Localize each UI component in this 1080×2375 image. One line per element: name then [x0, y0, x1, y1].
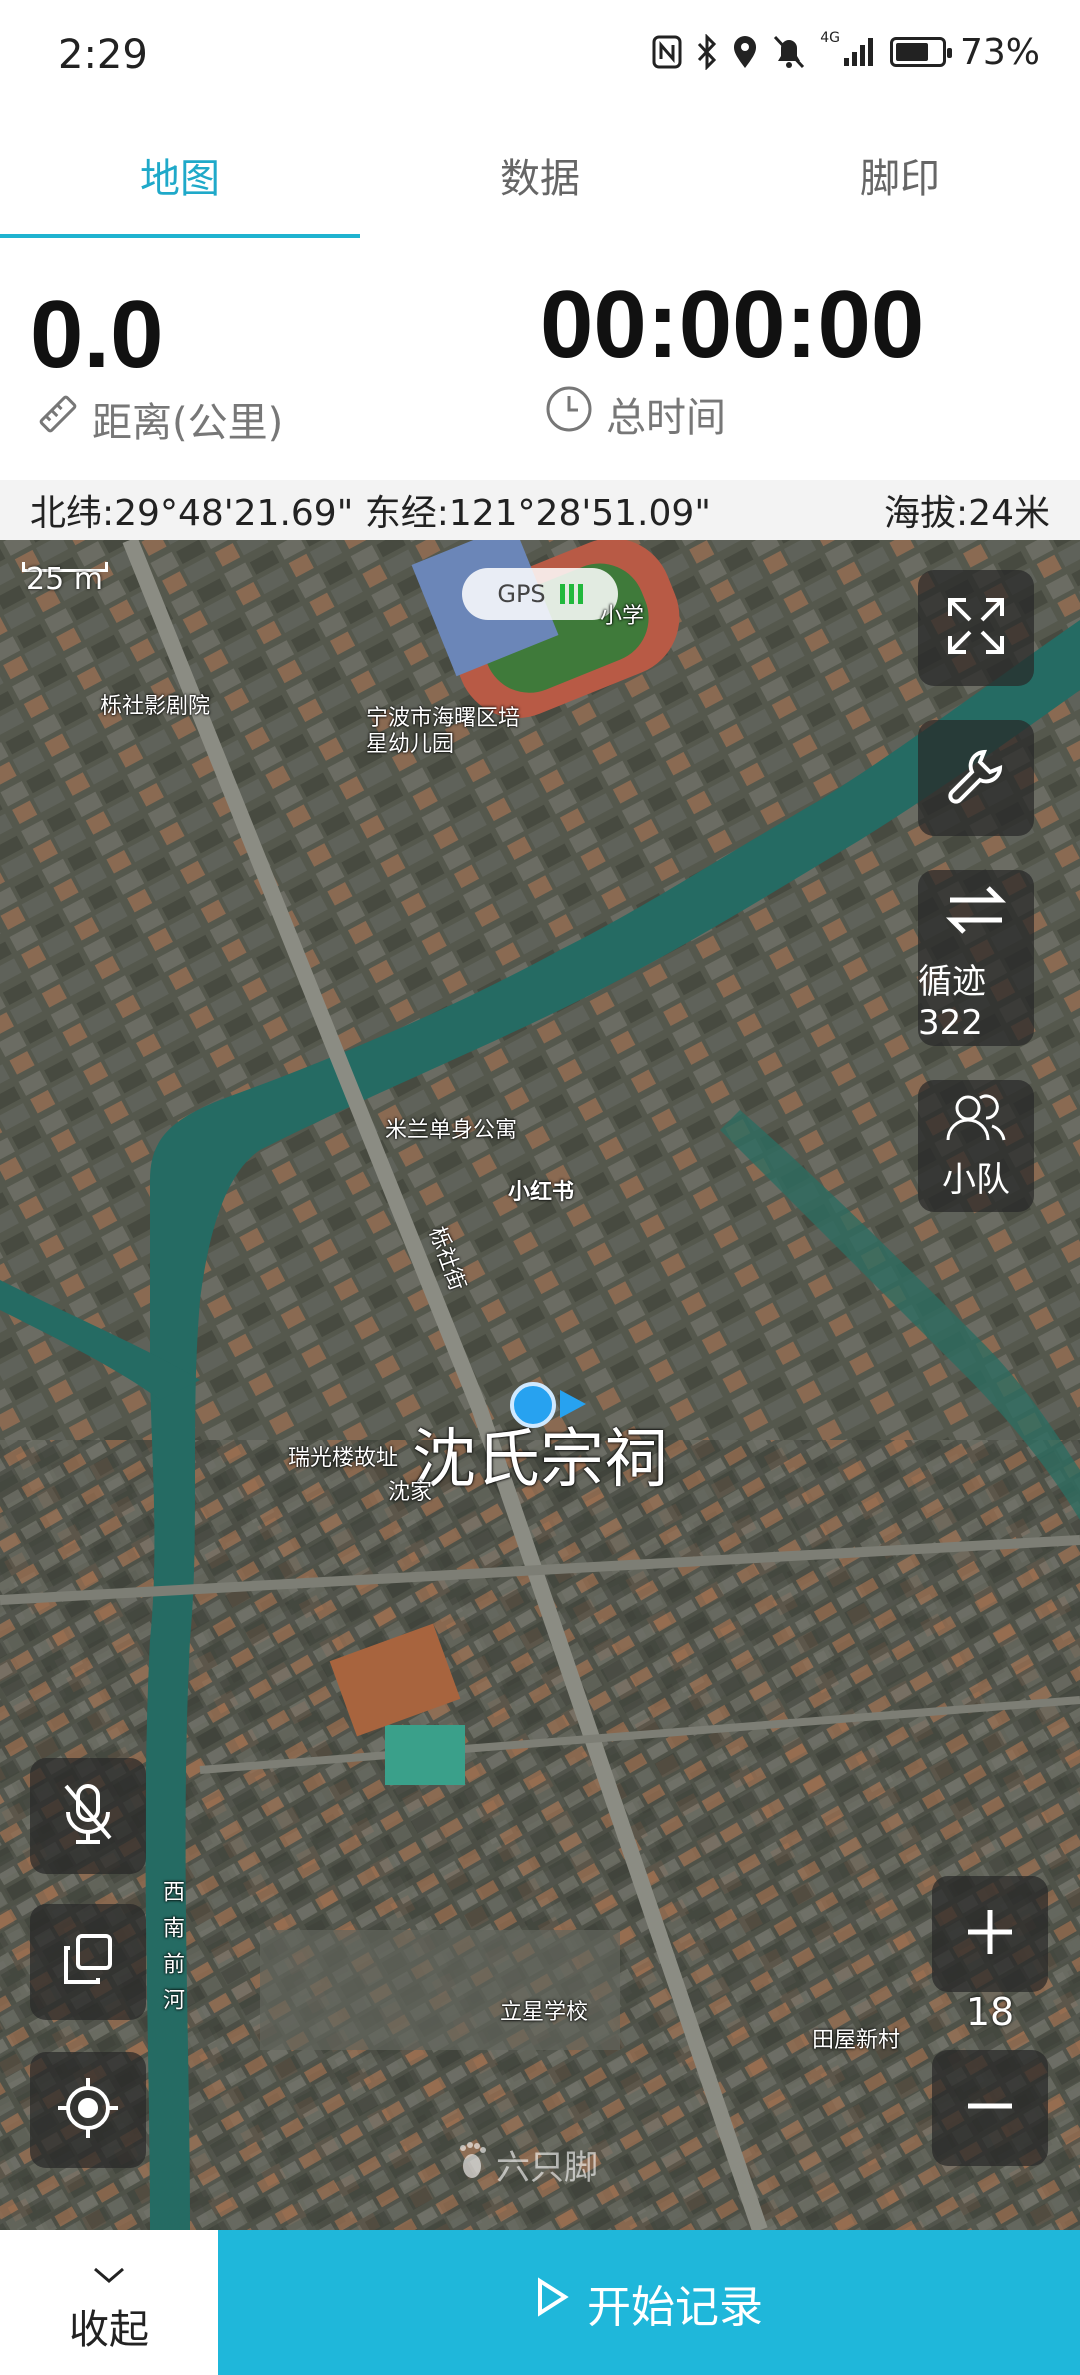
- poi-tianwu-village: 田屋新村: [812, 2028, 901, 2053]
- scale-label: 25 m: [26, 562, 103, 597]
- poi-cinema: 栎社影剧院: [100, 694, 211, 719]
- poi-apartment: 米兰单身公寓: [385, 1118, 518, 1143]
- ruler-icon: [36, 392, 80, 446]
- clock-icon: [544, 384, 594, 444]
- wrench-icon: [944, 744, 1008, 812]
- gps-label: GPS: [497, 580, 546, 608]
- chevron-down-icon: [89, 2251, 129, 2297]
- tab-data[interactable]: 数据: [360, 110, 720, 240]
- zoom-in-button[interactable]: [932, 1876, 1048, 1992]
- status-icons: 4G 73%: [652, 30, 1040, 74]
- tab-map[interactable]: 地图: [0, 110, 360, 240]
- time-label: 总时间: [606, 395, 726, 441]
- battery-percent: 73%: [959, 31, 1040, 73]
- map-scale: 25 m: [22, 562, 108, 597]
- time-value: 00:00:00: [540, 271, 925, 378]
- poi-kindergarten-line2: 星幼儿园: [366, 732, 455, 757]
- minus-icon: [962, 2078, 1018, 2138]
- mic-toggle-button[interactable]: [30, 1758, 146, 1874]
- tracks-label: 循迹322: [918, 961, 986, 1043]
- zoom-level: 18: [965, 1990, 1015, 2034]
- distance-label-row: 距离(公里): [36, 390, 283, 448]
- current-location-marker: [510, 1382, 556, 1428]
- stats-panel: 0.0 距离(公里) 00:00:00 总时间: [0, 240, 1080, 480]
- fullscreen-button[interactable]: [918, 570, 1034, 686]
- gps-status-badge: GPS: [462, 568, 618, 620]
- nfc-icon: [652, 30, 682, 74]
- status-time: 2:29: [58, 32, 148, 78]
- watermark: 六只脚: [456, 2140, 598, 2189]
- locate-button[interactable]: [30, 2052, 146, 2168]
- mic-off-icon: [58, 1780, 118, 1852]
- team-label: 小队: [942, 1159, 1010, 1200]
- distance-label: 距离(公里): [92, 400, 284, 446]
- signal-icon: 4G: [820, 30, 876, 74]
- start-recording-button[interactable]: 开始记录: [218, 2230, 1080, 2375]
- gps-signal-icon: [559, 584, 583, 604]
- distance-value: 0.0: [30, 281, 164, 388]
- network-type: 4G: [820, 30, 840, 46]
- copy-layers-icon: [58, 1930, 118, 1994]
- tracks-button[interactable]: 循迹322: [918, 870, 1034, 1046]
- team-button[interactable]: 小队: [918, 1080, 1034, 1212]
- altitude-readout: 海拔:24米: [884, 493, 1050, 534]
- team-icon: [944, 1092, 1008, 1148]
- poi-school: 小学: [600, 604, 645, 629]
- lat-lng-readout: 北纬:29°48'21.69" 东经:121°28'51.09": [30, 493, 711, 534]
- watermark-text: 六只脚: [496, 2148, 598, 2188]
- layers-button[interactable]: [30, 1904, 146, 2020]
- heading-arrow-icon: [560, 1390, 586, 1418]
- swap-arrows-icon: [940, 874, 1012, 950]
- bluetooth-icon: [696, 30, 718, 74]
- satellite-map[interactable]: 25 m GPS 小学 栎社影剧院 宁波市海曙区培 星幼儿园 米兰单身公寓 小红…: [0, 540, 1080, 2230]
- battery-icon: [889, 30, 952, 74]
- locate-icon: [56, 2076, 120, 2144]
- location-pin-icon: [732, 30, 758, 74]
- bottom-bar: 收起 开始记录: [0, 2230, 1080, 2375]
- collapse-label: 收起: [69, 2306, 149, 2353]
- coordinate-bar: 北纬:29°48'21.69" 东经:121°28'51.09" 海拔:24米: [0, 480, 1080, 540]
- start-label: 开始记录: [587, 2281, 763, 2333]
- collapse-button[interactable]: 收起: [0, 2230, 218, 2375]
- tab-bar: 地图 数据 脚印: [0, 110, 1080, 240]
- poi-xiaohongshu: 小红书: [508, 1180, 575, 1205]
- river-label: 西南前河: [159, 1880, 184, 2024]
- footprint-icon: [456, 2140, 488, 2189]
- zoom-out-button[interactable]: [932, 2050, 1048, 2166]
- mute-bell-icon: [772, 30, 806, 74]
- poi-shenjia: 沈家: [388, 1480, 433, 1505]
- plus-icon: [962, 1904, 1018, 1964]
- tab-footprint[interactable]: 脚印: [720, 110, 1080, 240]
- tools-button[interactable]: [918, 720, 1034, 836]
- poi-lixing-school: 立星学校: [500, 2000, 589, 2025]
- status-bar: 2:29 4G 73%: [0, 0, 1080, 110]
- time-label-row: 总时间: [544, 384, 726, 444]
- play-icon: [535, 2277, 569, 2328]
- fullscreen-icon: [944, 594, 1008, 662]
- poi-ruiguang: 瑞光楼故址: [288, 1446, 399, 1471]
